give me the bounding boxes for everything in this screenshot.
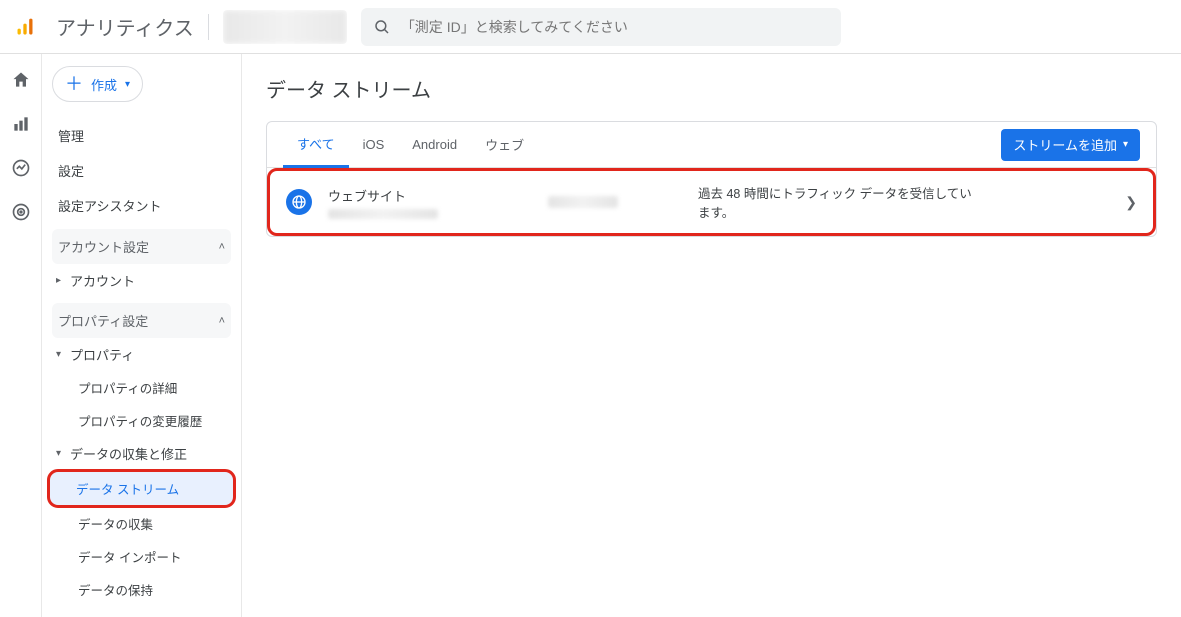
left-rail (0, 54, 42, 617)
nav-account-label: アカウント (70, 271, 135, 290)
nav-data-import[interactable]: データ インポート (52, 540, 231, 573)
section-title: プロパティ設定 (58, 311, 148, 330)
chevron-down-icon: ▾ (125, 79, 130, 90)
caret-down-icon: ▾ (56, 448, 70, 459)
stream-name: ウェブサイト (328, 186, 548, 205)
stream-status: 過去 48 時間にトラフィック データを受信しています。 (698, 183, 978, 221)
settings-nav: ＋ 作成 ▾ 管理 設定 設定アシスタント アカウント設定 ˄ ▸ アカウント … (42, 54, 242, 617)
tab-all[interactable]: すべて (283, 122, 349, 168)
tab-android[interactable]: Android (398, 125, 471, 164)
nav-data-collection-sub[interactable]: データの収集 (52, 507, 231, 540)
streams-panel: すべて iOS Android ウェブ ストリームを追加 ▾ ウェブサイト (266, 121, 1157, 237)
nav-data-filters[interactable]: データフィルタ (52, 606, 231, 617)
section-account-settings[interactable]: アカウント設定 ˄ (52, 229, 231, 264)
advertising-icon[interactable] (11, 202, 31, 222)
app-title: アナリティクス (56, 12, 194, 41)
tab-ios[interactable]: iOS (349, 125, 399, 164)
nav-property-change-history[interactable]: プロパティの変更履歴 (52, 404, 231, 437)
add-stream-label: ストリームを追加 (1013, 135, 1117, 154)
header-divider (208, 14, 209, 40)
stream-row[interactable]: ウェブサイト 過去 48 時間にトラフィック データを受信しています。 ❯ (267, 168, 1156, 236)
home-icon[interactable] (11, 70, 31, 90)
nav-property-label: プロパティ (70, 345, 134, 364)
nav-property[interactable]: ▾ プロパティ (52, 338, 231, 371)
search-icon (373, 18, 391, 36)
stream-id-redacted (548, 196, 618, 208)
analytics-logo-icon (12, 17, 38, 37)
chevron-right-icon: ❯ (1125, 194, 1137, 211)
nav-data-collection[interactable]: ▾ データの収集と修正 (52, 437, 231, 470)
nav-settings[interactable]: 設定 (52, 153, 231, 188)
chevron-up-icon: ˄ (219, 315, 225, 327)
add-stream-button[interactable]: ストリームを追加 ▾ (1001, 129, 1140, 161)
stream-tabs: すべて iOS Android ウェブ ストリームを追加 ▾ (267, 122, 1156, 168)
property-selector[interactable] (223, 10, 347, 44)
create-button-label: 作成 (91, 75, 117, 94)
tab-web[interactable]: ウェブ (471, 123, 538, 166)
chevron-down-icon: ▾ (1123, 139, 1128, 150)
nav-account[interactable]: ▸ アカウント (52, 264, 231, 297)
search-bar[interactable] (361, 8, 841, 46)
section-property-settings[interactable]: プロパティ設定 ˄ (52, 303, 231, 338)
explore-icon[interactable] (11, 158, 31, 178)
chevron-up-icon: ˄ (219, 241, 225, 253)
page-title: データ ストリーム (266, 74, 1157, 103)
stream-url-redacted (328, 209, 438, 219)
nav-admin[interactable]: 管理 (52, 118, 231, 153)
globe-icon (286, 189, 312, 215)
nav-property-details[interactable]: プロパティの詳細 (52, 371, 231, 404)
nav-data-streams[interactable]: データ ストリーム (50, 472, 233, 505)
plus-icon: ＋ (65, 75, 83, 93)
caret-down-icon: ▾ (56, 349, 70, 360)
reports-icon[interactable] (11, 114, 31, 134)
caret-right-icon: ▸ (56, 275, 70, 286)
nav-data-collection-label: データの収集と修正 (70, 444, 187, 463)
section-title: アカウント設定 (58, 237, 149, 256)
create-button[interactable]: ＋ 作成 ▾ (52, 66, 143, 102)
search-input[interactable] (401, 19, 829, 35)
nav-data-retention[interactable]: データの保持 (52, 573, 231, 606)
main-content: データ ストリーム すべて iOS Android ウェブ ストリームを追加 ▾… (242, 54, 1181, 617)
nav-setup-assistant[interactable]: 設定アシスタント (52, 188, 231, 223)
